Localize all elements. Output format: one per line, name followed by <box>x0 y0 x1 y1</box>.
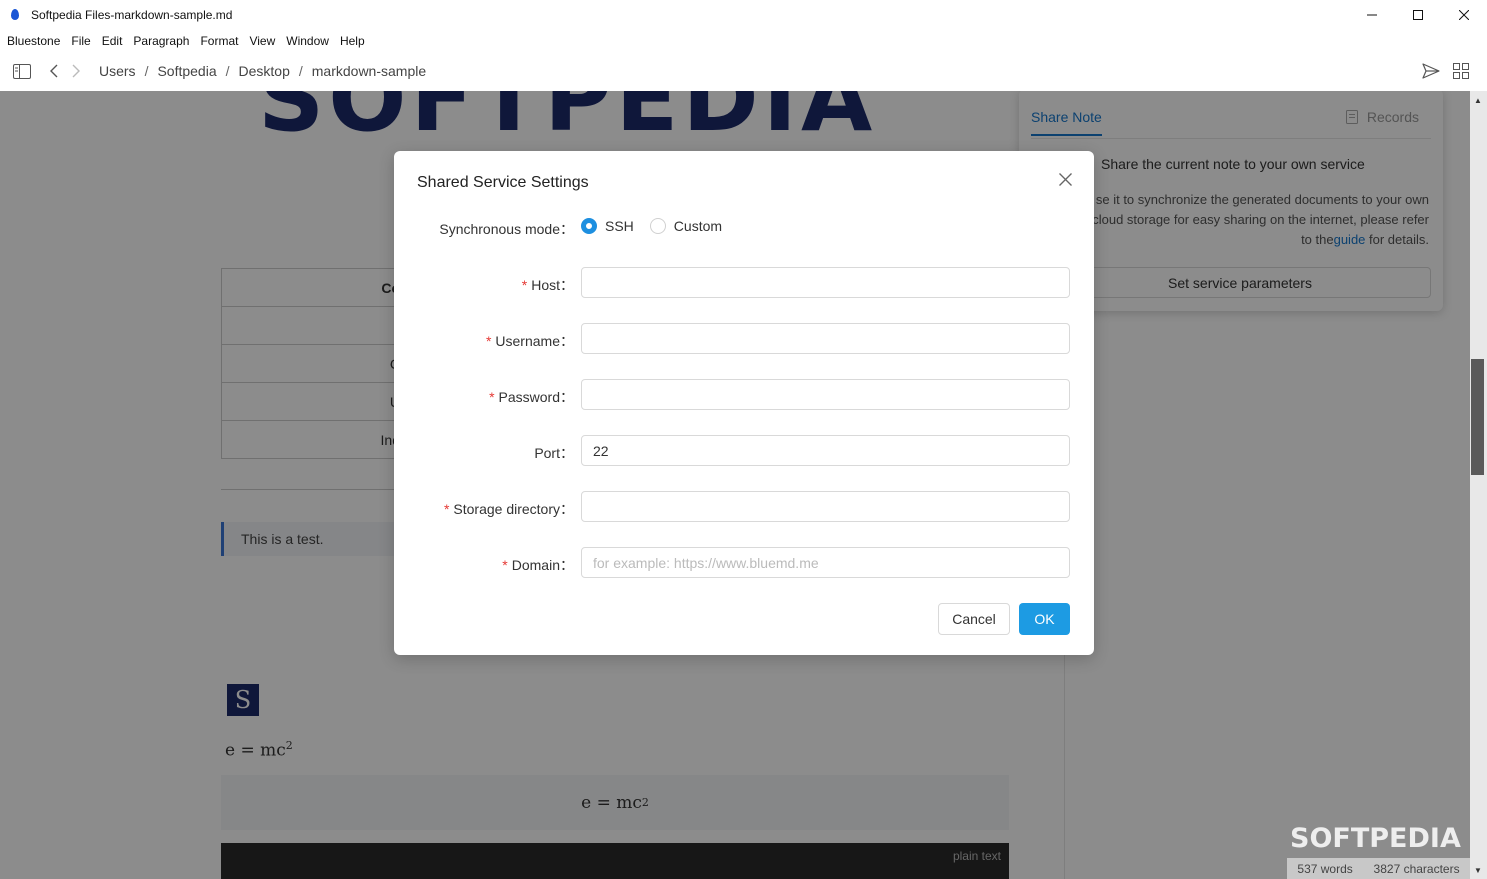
app-logo-icon <box>10 9 20 21</box>
chevron-right-icon <box>72 64 80 78</box>
menu-window[interactable]: Window <box>286 34 329 48</box>
menu-edit[interactable]: Edit <box>102 34 123 48</box>
password-label: * Password： <box>489 387 574 407</box>
close-window-button[interactable] <box>1441 0 1487 30</box>
label-colon: ： <box>560 333 574 349</box>
close-icon <box>1058 172 1072 186</box>
send-icon <box>1422 63 1440 79</box>
word-count: 537 words <box>1297 861 1353 876</box>
minimize-button[interactable] <box>1349 0 1395 30</box>
label-colon: ： <box>560 445 574 461</box>
dialog-title: Shared Service Settings <box>417 174 589 191</box>
domain-label: * Domain： <box>502 555 574 575</box>
radio-ssh[interactable] <box>581 218 597 234</box>
close-icon <box>1459 10 1469 20</box>
breadcrumb-separator: / <box>225 63 230 79</box>
menu-format[interactable]: Format <box>200 34 238 48</box>
username-label-text: Username <box>495 333 560 349</box>
required-mark: * <box>489 389 495 405</box>
username-input[interactable] <box>581 323 1070 354</box>
storage-directory-label-text: Storage directory <box>453 501 560 517</box>
radio-custom-label[interactable]: Custom <box>674 218 722 234</box>
storage-directory-input[interactable] <box>581 491 1070 522</box>
host-label-text: Host <box>531 277 560 293</box>
vertical-scrollbar[interactable]: ▲ ▼ <box>1470 91 1487 879</box>
ok-button[interactable]: OK <box>1019 603 1070 635</box>
port-input[interactable] <box>581 435 1070 466</box>
softpedia-watermark-image: SOFTPEDIA <box>1290 823 1461 854</box>
required-mark: * <box>485 333 492 349</box>
host-input[interactable] <box>581 267 1070 298</box>
breadcrumb-separator: / <box>144 63 149 79</box>
username-label: * Username： <box>486 331 574 351</box>
sync-mode-label: Synchronous mode： <box>439 219 574 239</box>
status-bar: 537 words 3827 characters <box>1287 858 1470 879</box>
radio-custom[interactable] <box>649 218 666 234</box>
share-button[interactable] <box>1421 62 1441 80</box>
required-mark: * <box>521 277 528 293</box>
sidebar-toggle-icon <box>13 63 31 79</box>
host-label: * Host： <box>522 275 574 295</box>
password-input[interactable] <box>581 379 1070 410</box>
menu-file[interactable]: File <box>71 34 90 48</box>
maximize-icon <box>1413 10 1423 20</box>
menu-help[interactable]: Help <box>340 34 365 48</box>
breadcrumb: Users / Softpedia / Desktop / markdown-s… <box>99 51 426 91</box>
breadcrumb-desktop[interactable]: Desktop <box>239 63 290 79</box>
domain-input[interactable] <box>581 547 1070 578</box>
toolbar: Users / Softpedia / Desktop / markdown-s… <box>0 51 1487 91</box>
label-colon: ： <box>560 221 574 237</box>
chevron-left-icon <box>50 64 58 78</box>
window-title: Softpedia Files-markdown-sample.md <box>31 8 233 22</box>
domain-label-text: Domain <box>511 557 560 573</box>
menu-paragraph[interactable]: Paragraph <box>133 34 189 48</box>
title-bar: Softpedia Files-markdown-sample.md <box>0 0 1487 30</box>
label-colon: ： <box>560 389 574 405</box>
layout-grid-button[interactable] <box>1452 62 1470 80</box>
scroll-thumb[interactable] <box>1471 359 1484 475</box>
sync-mode-radio-group: SSH Custom <box>581 218 738 234</box>
required-mark: * <box>443 501 450 517</box>
sync-mode-label-text: Synchronous mode <box>439 221 560 237</box>
breadcrumb-separator: / <box>298 63 303 79</box>
storage-directory-label: * Storage directory： <box>444 499 574 519</box>
menu-view[interactable]: View <box>249 34 275 48</box>
back-button[interactable] <box>47 62 61 80</box>
breadcrumb-softpedia[interactable]: Softpedia <box>157 63 216 79</box>
label-colon: ： <box>560 501 574 517</box>
port-label: Port： <box>534 443 574 463</box>
label-colon: ： <box>560 557 574 573</box>
character-count: 3827 characters <box>1373 861 1460 876</box>
radio-ssh-label[interactable]: SSH <box>605 218 634 234</box>
shared-service-settings-dialog: Shared Service Settings Synchronous mode… <box>394 151 1094 655</box>
maximize-button[interactable] <box>1395 0 1441 30</box>
required-mark: * <box>502 557 508 573</box>
scroll-up-arrow-icon[interactable]: ▲ <box>1470 93 1486 107</box>
sidebar-toggle-button[interactable] <box>12 62 32 80</box>
scroll-down-arrow-icon[interactable]: ▼ <box>1470 863 1486 877</box>
breadcrumb-current-file[interactable]: markdown-sample <box>312 63 426 79</box>
forward-button[interactable] <box>69 62 83 80</box>
dialog-close-button[interactable] <box>1056 170 1074 188</box>
minimize-icon <box>1367 14 1377 16</box>
breadcrumb-users[interactable]: Users <box>99 63 136 79</box>
menu-bar: Bluestone File Edit Paragraph Format Vie… <box>0 30 1487 51</box>
password-label-text: Password <box>498 389 560 405</box>
menu-bluestone[interactable]: Bluestone <box>7 34 60 48</box>
grid-icon <box>1453 63 1469 79</box>
port-label-text: Port <box>534 445 560 461</box>
label-colon: ： <box>560 277 574 293</box>
window-controls <box>1349 0 1487 30</box>
cancel-button[interactable]: Cancel <box>938 603 1010 635</box>
